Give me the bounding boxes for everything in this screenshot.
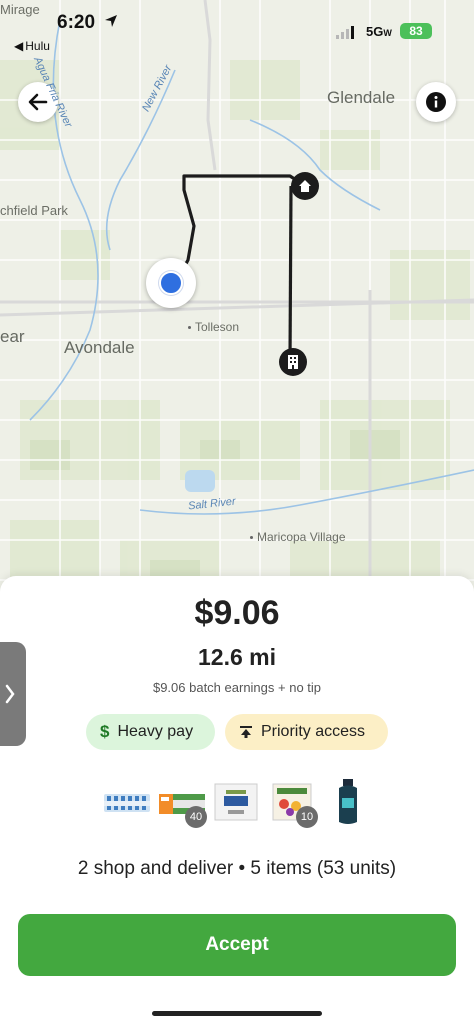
map-label-mirage: Mirage (0, 2, 40, 17)
location-dot-icon (159, 271, 183, 295)
laundry-scent-bottle-image (336, 778, 360, 831)
status-bar: 6:20 ◀ Hulu 5GW 83 (0, 0, 474, 60)
priority-access-badge: Priority access (225, 714, 388, 750)
back-app-label: Hulu (25, 39, 50, 53)
heavy-pay-label: Heavy pay (117, 723, 194, 740)
item-count-badge: 10 (296, 806, 318, 828)
map-label-tolleson: Tolleson (188, 320, 239, 334)
map-view[interactable]: 6:20 ◀ Hulu 5GW 83 Mirage Glendale chfiel… (0, 0, 474, 610)
back-to-app-link[interactable]: ◀ Hulu (14, 39, 50, 53)
offer-distance: 12.6 mi (198, 644, 276, 670)
side-drawer-tab[interactable] (0, 642, 26, 746)
map-label-avondale: Avondale (64, 338, 135, 357)
map-label-avondale-left: ear (0, 327, 25, 346)
building-icon (288, 355, 298, 369)
water-pack-image (104, 790, 150, 819)
milk-carton-image (214, 782, 258, 827)
order-summary: 2 shop and deliver • 5 items (53 units) (77, 858, 397, 879)
map-label-litchfield-park: chfield Park (0, 203, 68, 218)
heavy-pay-badge: $ Heavy pay (86, 714, 215, 750)
offer-price: $9.06 (194, 594, 280, 632)
priority-icon (239, 725, 253, 739)
home-icon (299, 180, 311, 192)
network-label: 5G (366, 24, 384, 39)
network-type: 5GW (366, 24, 392, 39)
battery-level: 83 (409, 24, 423, 38)
location-arrow-icon (105, 15, 117, 27)
chevron-right-icon (5, 684, 15, 704)
back-arrow-icon (28, 93, 48, 111)
status-time: 6:20 (57, 12, 96, 33)
current-location-marker[interactable] (146, 258, 196, 308)
home-pin[interactable] (291, 172, 319, 200)
maricopa-village-text: Maricopa Village (257, 530, 346, 544)
map-background (0, 0, 474, 610)
tolleson-text: Tolleson (195, 320, 240, 334)
map-label-maricopa-village: Maricopa Village (250, 530, 346, 544)
network-suffix: W (383, 28, 392, 38)
home-indicator[interactable] (152, 1011, 322, 1016)
battery-icon: 83 (400, 23, 432, 39)
map-label-glendale: Glendale (327, 88, 396, 107)
back-triangle-icon: ◀ (14, 39, 24, 53)
item-count-badge: 40 (185, 806, 207, 828)
signal-icon (336, 26, 354, 39)
dollar-icon: $ (100, 722, 110, 741)
info-icon (426, 92, 446, 112)
earnings-note: $9.06 batch earnings + no tip (152, 680, 322, 695)
info-button[interactable] (416, 82, 456, 122)
accept-button[interactable]: Accept (18, 914, 456, 976)
item-thumbnails: 40 10 (0, 776, 474, 832)
store-pin[interactable] (279, 348, 307, 376)
priority-access-label: Priority access (261, 723, 366, 740)
